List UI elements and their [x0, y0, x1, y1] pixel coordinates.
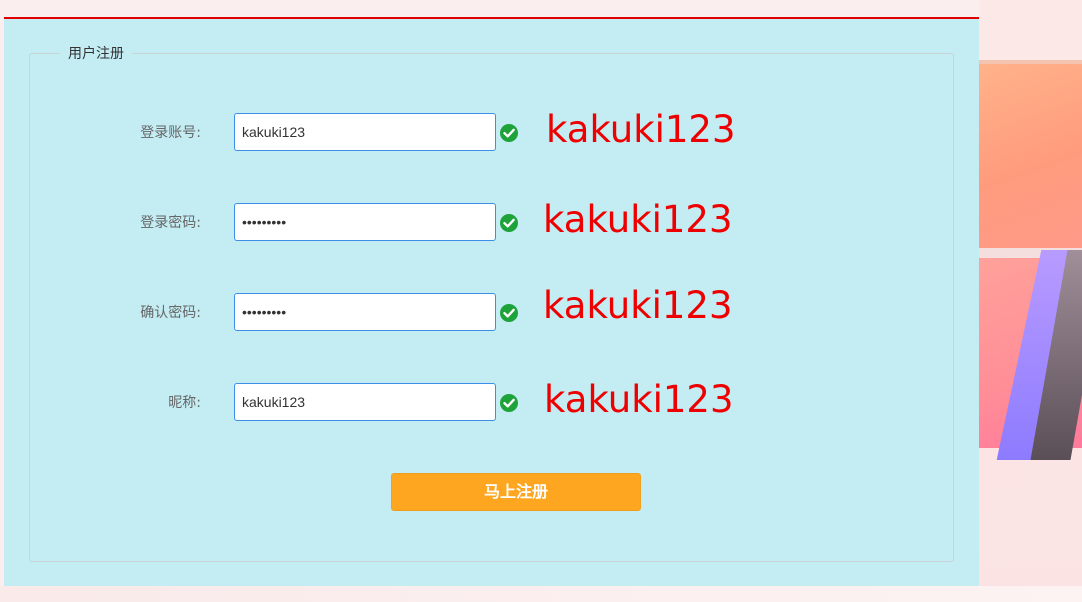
check-circle-icon	[500, 304, 518, 322]
confirm-password-input[interactable]	[234, 293, 496, 331]
account-annotation: kakuki123	[546, 108, 736, 151]
check-circle-icon	[500, 214, 518, 232]
registration-panel: 用户注册 登录账号: kakuki123 登录密码: kakuki123 确认密…	[4, 19, 979, 586]
form-row-confirm-password: 确认密码: kakuki123	[30, 284, 953, 333]
decorative-bottom-strip	[0, 586, 1082, 602]
check-circle-icon	[500, 124, 518, 142]
password-label: 登录密码:	[140, 215, 201, 231]
password-input[interactable]	[234, 203, 496, 241]
nickname-input[interactable]	[234, 383, 496, 421]
form-row-nickname: 昵称: kakuki123	[30, 378, 953, 423]
account-label: 登录账号:	[140, 125, 201, 141]
decorative-panel-top	[979, 60, 1082, 254]
confirm-password-annotation: kakuki123	[543, 284, 733, 327]
registration-fieldset: 用户注册 登录账号: kakuki123 登录密码: kakuki123 确认密…	[29, 45, 954, 562]
confirm-password-label: 确认密码:	[140, 305, 201, 321]
check-circle-icon	[500, 394, 518, 412]
form-row-password: 登录密码: kakuki123	[30, 198, 953, 243]
account-input[interactable]	[234, 113, 496, 151]
nickname-label: 昵称:	[168, 395, 201, 411]
form-row-account: 登录账号: kakuki123	[30, 108, 953, 153]
nickname-annotation: kakuki123	[544, 378, 734, 421]
password-annotation: kakuki123	[543, 198, 733, 241]
form-legend: 用户注册	[60, 45, 132, 63]
register-button[interactable]: 马上注册	[391, 473, 641, 511]
decorative-background	[979, 0, 1082, 602]
